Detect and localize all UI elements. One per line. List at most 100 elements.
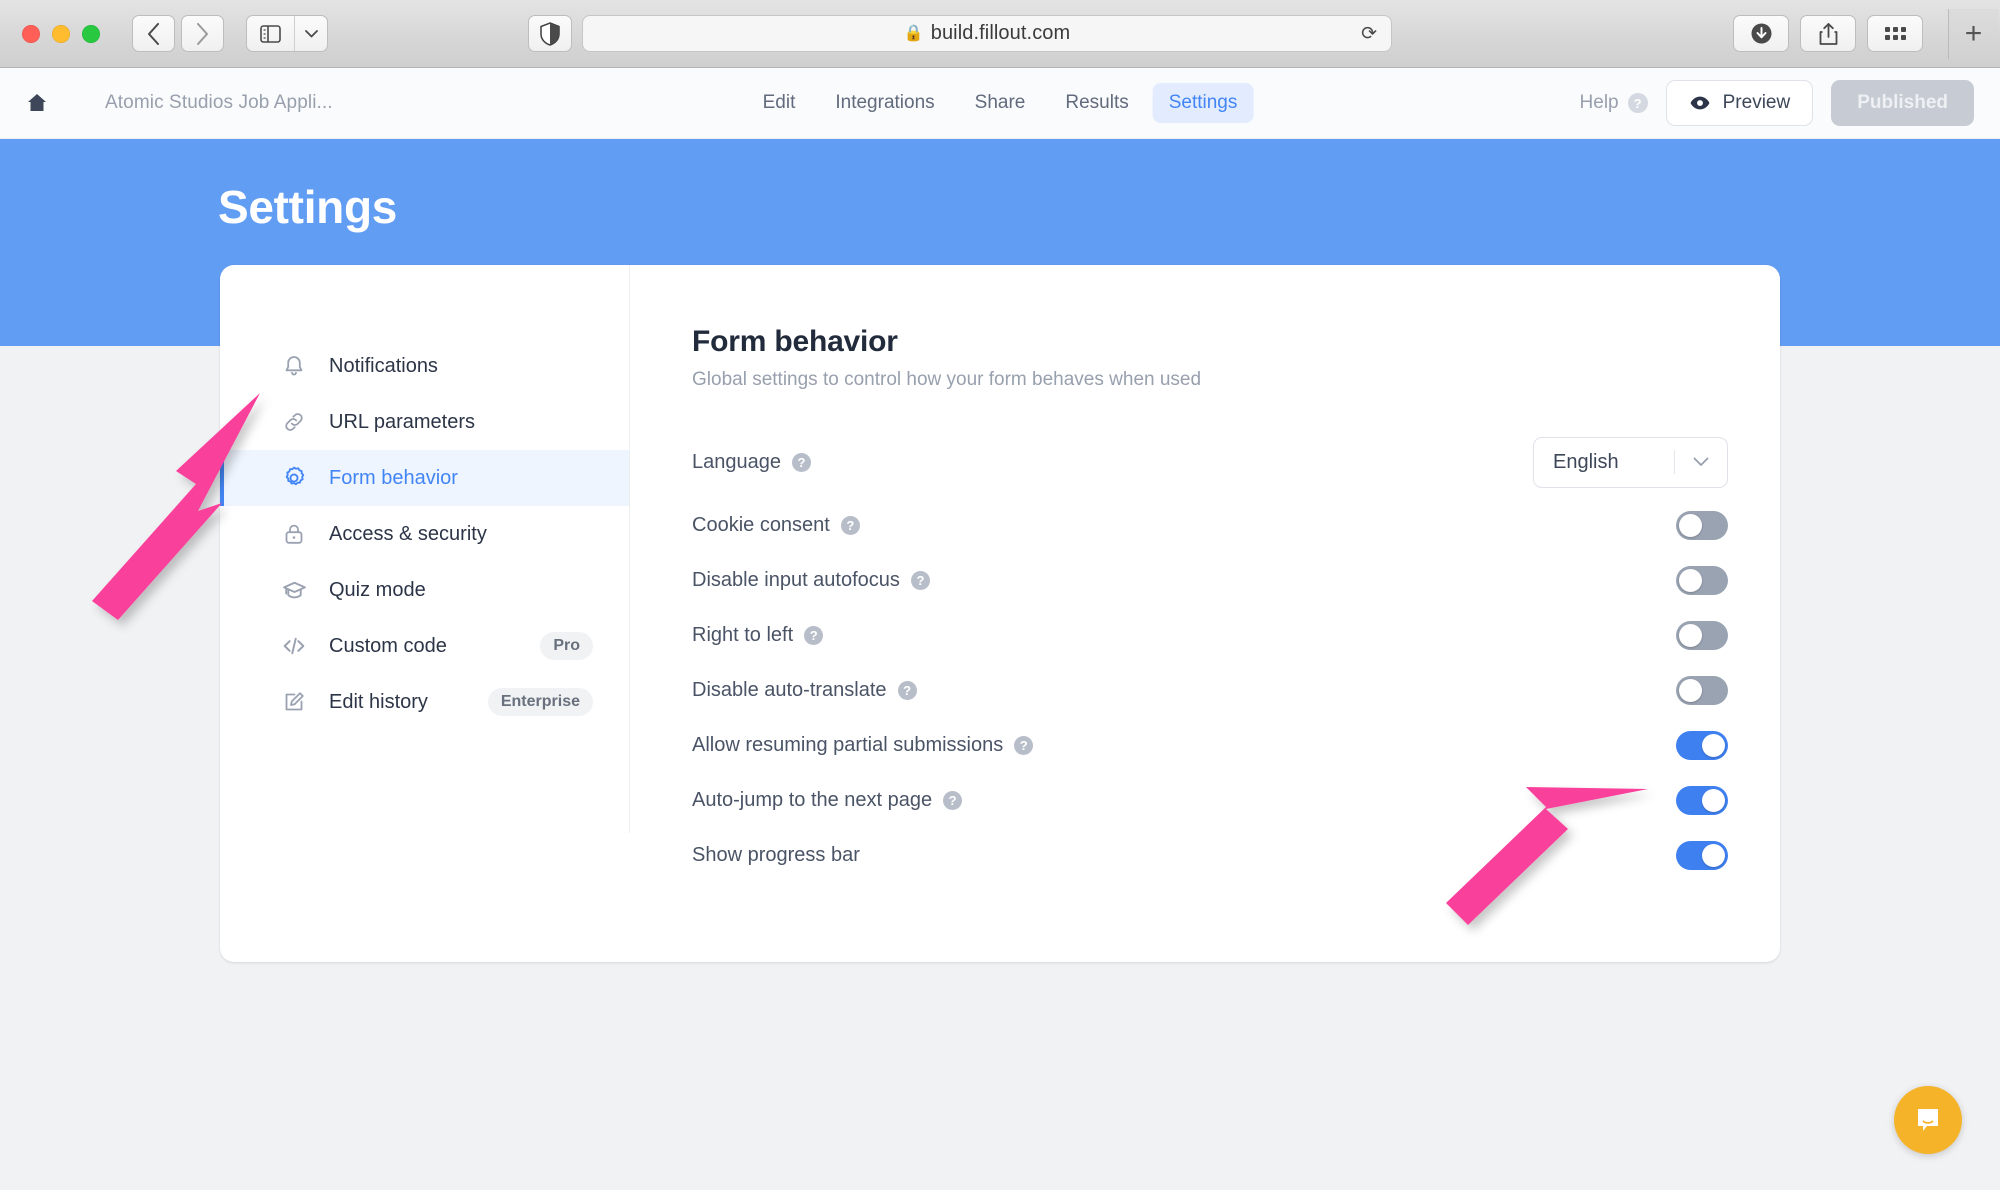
maximize-window-button[interactable]	[82, 24, 100, 43]
toggle-knob	[1679, 624, 1702, 647]
setting-label: Disable input autofocus	[692, 569, 900, 591]
sidebar-item-access-security[interactable]: Access & security	[220, 506, 629, 562]
sidebar-toggle-button[interactable]	[247, 16, 295, 51]
address-bar[interactable]: 🔒 build.fillout.com ⟳	[582, 15, 1392, 52]
back-button[interactable]	[132, 15, 175, 52]
setting-control	[1676, 566, 1728, 595]
sidebar-toggle-icon	[260, 24, 281, 43]
download-icon	[1751, 23, 1771, 44]
toggle-disable-input-autofocus[interactable]	[1676, 566, 1728, 595]
sidebar-item-label: Custom code	[329, 634, 447, 657]
sidebar-item-notifications[interactable]: Notifications	[220, 338, 629, 394]
sidebar-item-custom-code[interactable]: Custom code Pro	[220, 618, 629, 674]
setting-label-group: Show progress bar	[692, 844, 860, 867]
settings-rows: Language ? English Cookie consent ? Disa…	[692, 426, 1728, 883]
toggle-knob	[1702, 844, 1725, 867]
setting-row-disable-auto-translate: Disable auto-translate ?	[692, 663, 1728, 718]
toggle-knob	[1679, 569, 1702, 592]
tab-share[interactable]: Share	[959, 83, 1042, 123]
setting-control: English	[1533, 436, 1728, 488]
plan-badge-enterprise: Enterprise	[487, 688, 593, 716]
sidebar-item-edit-history[interactable]: Edit history Enterprise	[220, 674, 629, 730]
home-icon	[28, 94, 46, 111]
code-icon	[280, 632, 308, 660]
minimize-window-button[interactable]	[52, 24, 70, 43]
intercom-chat-button[interactable]	[1894, 1086, 1962, 1154]
sidebar-item-label: Edit history	[329, 690, 428, 713]
setting-control	[1676, 786, 1728, 815]
address-bar-text: 🔒 build.fillout.com	[583, 22, 1391, 45]
sidebar-item-label: Quiz mode	[329, 578, 426, 601]
toggle-knob	[1679, 514, 1702, 537]
setting-control	[1676, 511, 1728, 540]
reload-button[interactable]: ⟳	[1361, 22, 1377, 45]
language-select[interactable]: English	[1533, 436, 1728, 488]
help-tooltip-icon[interactable]: ?	[943, 791, 963, 810]
help-tooltip-icon[interactable]: ?	[897, 681, 917, 700]
bell-icon	[280, 352, 308, 380]
toggle-disable-auto-translate[interactable]	[1676, 676, 1728, 705]
tab-results[interactable]: Results	[1049, 83, 1144, 123]
toggle-knob	[1702, 789, 1725, 812]
sidebar-item-url-parameters[interactable]: URL parameters	[220, 394, 629, 450]
lock-icon	[280, 520, 308, 548]
link-icon	[280, 408, 308, 436]
home-button[interactable]	[26, 92, 48, 114]
browser-chrome: 🔒 build.fillout.com ⟳ +	[0, 0, 2000, 68]
toggle-show-progress-bar[interactable]	[1676, 841, 1728, 870]
close-window-button[interactable]	[22, 24, 40, 43]
help-tooltip-icon[interactable]: ?	[910, 571, 930, 590]
setting-label-group: Cookie consent ?	[692, 514, 860, 537]
eye-icon	[1689, 92, 1711, 114]
tab-integrations[interactable]: Integrations	[819, 83, 950, 123]
plan-badge-pro: Pro	[540, 632, 593, 660]
help-tooltip-icon[interactable]: ?	[804, 626, 824, 645]
help-link[interactable]: Help ?	[1580, 92, 1648, 114]
settings-card: Notifications URL parameters Form behavi…	[220, 265, 1780, 962]
sidebar-item-quiz-mode[interactable]: Quiz mode	[220, 562, 629, 618]
toggle-allow-resuming-partial-submissions[interactable]	[1676, 731, 1728, 760]
help-tooltip-icon[interactable]: ?	[840, 516, 860, 535]
setting-label: Language	[692, 450, 781, 473]
preview-button[interactable]: Preview	[1665, 80, 1814, 126]
preview-label: Preview	[1722, 92, 1791, 113]
setting-label-group: Disable auto-translate ?	[692, 679, 917, 702]
sidebar-item-form-behavior[interactable]: Form behavior	[220, 450, 629, 506]
setting-label: Auto-jump to the next page	[692, 789, 933, 811]
sidebar-toggle-group[interactable]	[246, 15, 328, 52]
tab-settings[interactable]: Settings	[1152, 83, 1254, 123]
setting-label: Right to left	[692, 624, 794, 646]
chevron-down-icon	[304, 29, 318, 37]
panel-subtitle: Global settings to control how your form…	[692, 369, 1202, 390]
sidebar-item-label: Access & security	[329, 522, 487, 545]
setting-control	[1676, 676, 1728, 705]
privacy-report-button[interactable]	[528, 15, 572, 52]
tab-edit[interactable]: Edit	[747, 83, 812, 123]
help-tooltip-icon[interactable]: ?	[1014, 736, 1034, 755]
toggle-auto-jump-next-page[interactable]	[1676, 786, 1728, 815]
setting-label: Disable auto-translate	[692, 679, 887, 701]
setting-label: Show progress bar	[692, 844, 860, 866]
sidebar-item-label: Form behavior	[329, 466, 458, 489]
panel-title: Form behavior	[692, 325, 898, 358]
setting-control	[1676, 731, 1728, 760]
setting-control	[1676, 841, 1728, 870]
app-header: Atomic Studios Job Appli... Edit Integra…	[0, 68, 2000, 139]
gear-icon	[280, 464, 308, 492]
help-tooltip-icon[interactable]: ?	[791, 452, 811, 472]
share-button[interactable]	[1800, 15, 1856, 52]
downloads-button[interactable]	[1733, 15, 1789, 52]
forward-button[interactable]	[181, 15, 224, 52]
setting-label: Cookie consent	[692, 514, 830, 536]
toggle-right-to-left[interactable]	[1676, 621, 1728, 650]
window-traffic-lights[interactable]	[22, 24, 100, 43]
toggle-cookie-consent[interactable]	[1676, 511, 1728, 540]
new-tab-button[interactable]: +	[1948, 8, 1998, 59]
tab-overview-button[interactable]	[1867, 15, 1923, 52]
setting-row-show-progress-bar: Show progress bar	[692, 828, 1728, 883]
sidebar-options-button[interactable]	[295, 16, 327, 51]
browser-navigation-group[interactable]	[132, 15, 224, 52]
sidebar-item-label: URL parameters	[329, 410, 475, 433]
chevron-down-icon[interactable]	[1675, 457, 1727, 467]
published-button[interactable]: Published	[1831, 80, 1974, 126]
